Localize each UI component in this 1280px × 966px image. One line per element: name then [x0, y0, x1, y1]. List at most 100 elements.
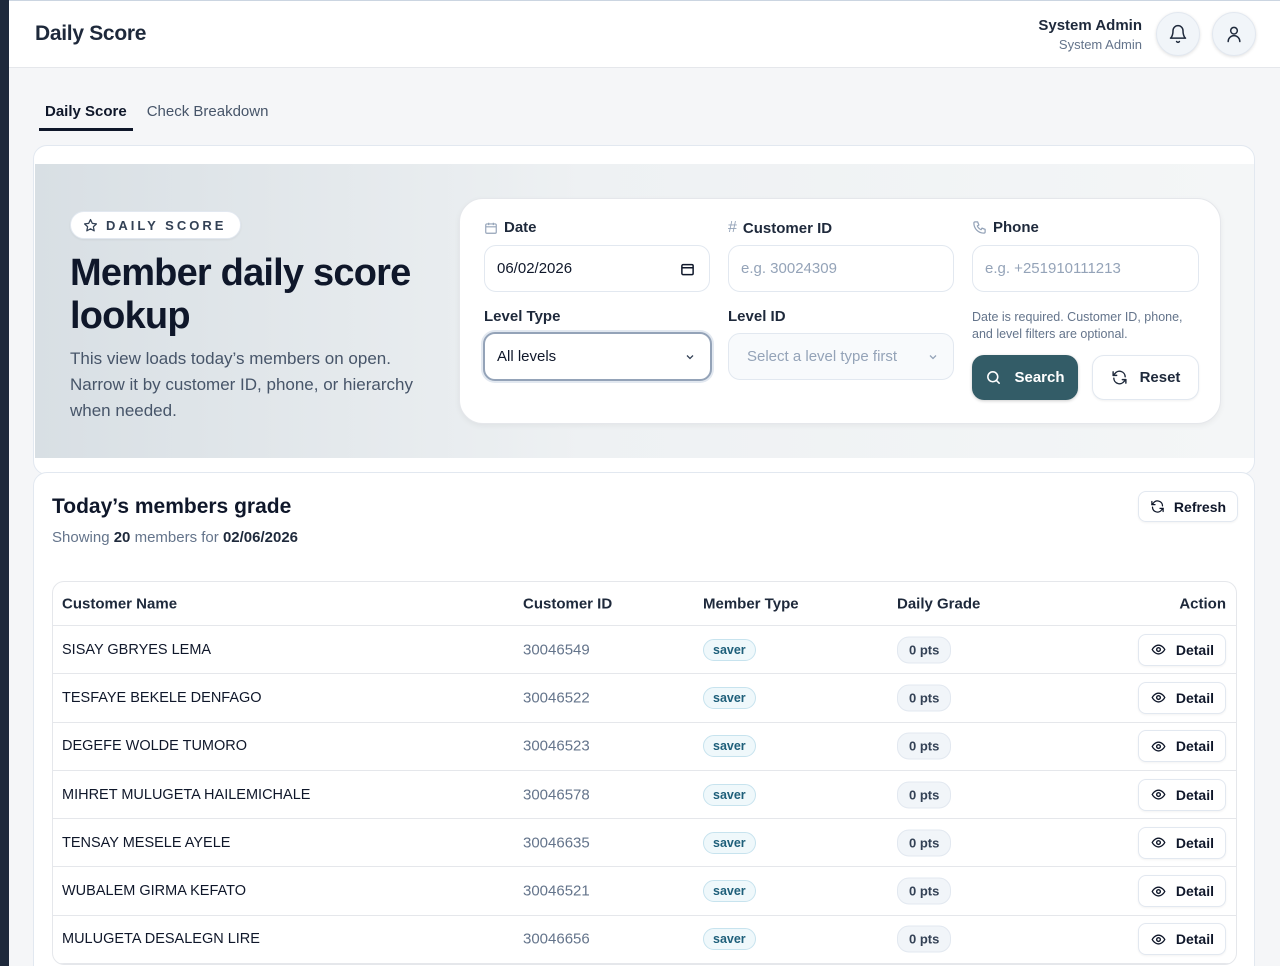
detail-label: Detail: [1175, 931, 1214, 948]
date-label: Date: [484, 219, 537, 236]
member-type-badge: saver: [703, 783, 756, 806]
table-row: SISAY GBRYES LEMA 30046549 saver 0 pts D…: [53, 626, 1236, 675]
tab-daily-score[interactable]: Daily Score: [39, 100, 133, 131]
grade-badge: 0 pts: [897, 829, 952, 857]
table-row: TESFAYE BEKELE DENFAGO 30046522 saver 0 …: [53, 674, 1236, 723]
detail-button[interactable]: Detail: [1137, 633, 1226, 666]
customer-id-input[interactable]: e.g. 30024309: [728, 245, 954, 292]
table-row: MULUGETA DESALEGN LIRE 30046656 saver 0 …: [53, 916, 1236, 965]
refresh-icon: [1151, 500, 1164, 513]
detail-button[interactable]: Detail: [1137, 875, 1226, 908]
customer-name-cell: TESFAYE BEKELE DENFAGO: [62, 689, 262, 706]
brand-title: Daily Score: [35, 22, 147, 45]
user-icon: [1227, 26, 1241, 43]
eye-icon: [1151, 644, 1166, 655]
detail-button[interactable]: Detail: [1137, 923, 1226, 956]
badge-label: DAILY SCORE: [106, 217, 227, 233]
member-type-cell: saver: [703, 880, 756, 903]
member-type-cell: saver: [703, 638, 756, 661]
members-table: Customer Name Customer ID Member Type Da…: [52, 581, 1237, 966]
date-input[interactable]: 06/02/2026: [484, 245, 710, 292]
results-card: Today’s members grade Showing 20 members…: [33, 472, 1255, 966]
member-type-cell: saver: [703, 831, 756, 854]
calendar-picker-icon[interactable]: [680, 261, 695, 276]
daily-grade-cell: 0 pts: [897, 925, 952, 953]
col-header-daily-grade: Daily Grade: [897, 595, 981, 612]
daily-grade-cell: 0 pts: [897, 877, 952, 905]
col-header-action: Action: [1179, 595, 1226, 612]
customer-name-cell: TENSAY MESELE AYELE: [62, 834, 231, 851]
grade-badge: 0 pts: [897, 636, 952, 664]
filter-form: Date 06/02/2026 # Customer ID e.g. 30024…: [459, 198, 1221, 424]
level-type-label: Level Type: [484, 308, 561, 325]
level-id-select[interactable]: Select a level type first: [728, 333, 954, 380]
summary-prefix: Showing: [52, 529, 110, 546]
detail-button[interactable]: Detail: [1137, 778, 1226, 811]
member-type-badge: saver: [703, 880, 756, 903]
bell-icon: [1169, 24, 1187, 44]
detail-button[interactable]: Detail: [1137, 730, 1226, 763]
level-id-placeholder: Select a level type first: [747, 348, 898, 365]
daily-grade-cell: 0 pts: [897, 781, 952, 809]
eye-icon: [1151, 886, 1166, 897]
tab-check-breakdown[interactable]: Check Breakdown: [141, 100, 275, 131]
table-body: SISAY GBRYES LEMA 30046549 saver 0 pts D…: [53, 626, 1236, 965]
search-icon: [987, 371, 1001, 384]
member-type-cell: saver: [703, 735, 756, 758]
phone-placeholder: e.g. +251910111213: [985, 260, 1121, 277]
member-type-cell: saver: [703, 928, 756, 951]
eye-icon: [1151, 692, 1166, 704]
eye-icon: [1151, 789, 1166, 800]
refresh-button[interactable]: Refresh: [1138, 491, 1238, 522]
reset-icon: [1111, 370, 1127, 385]
customer-id-label-text: Customer ID: [742, 219, 833, 237]
action-cell: Detail: [1137, 923, 1226, 956]
eye-icon: [1151, 934, 1166, 945]
level-id-label: Level ID: [728, 308, 786, 325]
action-cell: Detail: [1137, 730, 1226, 763]
table-row: TENSAY MESELE AYELE 30046635 saver 0 pts…: [53, 819, 1236, 868]
phone-icon: [973, 221, 986, 234]
hero-section: DAILY SCORE Member daily score lookup Th…: [35, 164, 1254, 458]
detail-button[interactable]: Detail: [1137, 681, 1226, 714]
search-button-label: Search: [1014, 369, 1065, 386]
customer-name-cell: DEGEFE WOLDE TUMORO: [62, 738, 248, 755]
customer-id-cell: 30046521: [523, 882, 590, 900]
eye-icon: [1151, 741, 1166, 752]
action-cell: Detail: [1137, 633, 1226, 666]
results-summary: Showing 20 members for 02/06/2026: [52, 529, 298, 546]
action-cell: Detail: [1137, 778, 1226, 811]
left-edge-bar: [0, 0, 9, 966]
detail-label: Detail: [1175, 834, 1214, 851]
detail-button[interactable]: Detail: [1137, 826, 1226, 859]
phone-input[interactable]: e.g. +251910111213: [972, 245, 1199, 292]
detail-label: Detail: [1175, 883, 1214, 900]
form-hint: Date is required. Customer ID, phone, an…: [972, 310, 1183, 341]
customer-id-cell: 30046522: [523, 689, 590, 707]
action-cell: Detail: [1137, 875, 1226, 908]
star-icon: [83, 218, 98, 231]
hash-icon: #: [728, 219, 737, 236]
member-type-badge: saver: [703, 831, 756, 854]
profile-button[interactable]: [1212, 12, 1256, 56]
member-type-badge: saver: [703, 735, 756, 758]
customer-id-cell: 30046578: [523, 786, 590, 804]
grade-badge: 0 pts: [897, 781, 952, 809]
level-type-select[interactable]: All levels: [483, 332, 712, 381]
section-badge: DAILY SCORE: [70, 211, 242, 239]
date-value: 06/02/2026: [497, 260, 573, 277]
notifications-button[interactable]: [1156, 12, 1200, 56]
daily-grade-cell: 0 pts: [897, 684, 952, 712]
user-info: System Admin System Admin: [1038, 17, 1142, 52]
chevron-down-icon: [927, 351, 939, 363]
user-name: System Admin: [1038, 17, 1142, 34]
customer-name-cell: MIHRET MULUGETA HAILEMICHALE: [62, 786, 311, 803]
reset-button[interactable]: Reset: [1092, 355, 1199, 400]
detail-label: Detail: [1175, 641, 1214, 658]
app-window: Daily Score System Admin System Admin Da…: [9, 0, 1280, 966]
summary-date: 02/06/2026: [222, 529, 299, 546]
member-type-cell: saver: [703, 783, 756, 806]
results-title: Today’s members grade: [52, 495, 292, 518]
table-row: WUBALEM GIRMA KEFATO 30046521 saver 0 pt…: [53, 867, 1236, 916]
search-button[interactable]: Search: [972, 355, 1078, 400]
